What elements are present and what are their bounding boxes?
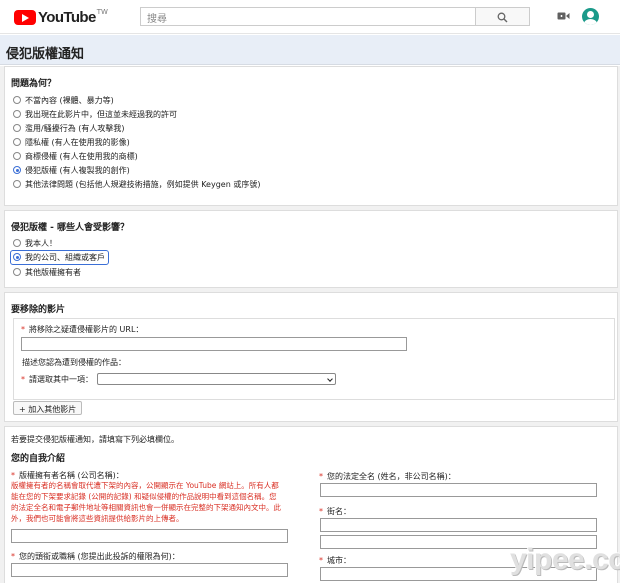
job-title-input[interactable] [11,563,288,577]
search-input[interactable]: 搜尋 [140,7,476,26]
video-title: 要移除的影片 [11,305,66,315]
radio-button[interactable] [13,239,21,247]
youtube-play-icon [14,10,36,25]
watermark: yipee.cc [510,543,620,576]
radio-button-selected[interactable] [13,166,21,174]
radio-button[interactable] [13,96,21,104]
radio-button[interactable] [13,152,21,160]
job-title-label: * 您的頭銜或職稱 (您提出此投訴的權限為何)： [11,552,180,561]
radio-button[interactable] [13,110,21,118]
url-label: * 將移除之疑遭侵權影片的 URL： [21,325,144,334]
issue-title: 問題為何？ [11,79,57,89]
page-header: 侵犯版權通知 [0,35,620,65]
radio-button[interactable] [13,124,21,132]
page-title: 侵犯版權通知 [6,47,85,62]
affected-title: 侵犯版權 - 哪些人會受影響？ [11,223,130,233]
issue-option-copyright[interactable]: 侵犯版權 (有人複製我的創作) [13,164,130,176]
option-label: 不當內容 (裸體、暴力等) [25,95,114,105]
owner-warning-line-3: 的法定全名和電子郵件地址等相關資訊也會一併顯示在完整的下架通知內文中。此 [11,503,281,512]
affected-option-company[interactable]: 我的公司、組織或客戶 [10,249,109,265]
work-type-select[interactable] [97,373,336,385]
issue-option-other-legal[interactable]: 其他法律問題 (包括他人規避技術措施，例如提供 Keygen 或序號) [13,178,260,190]
affected-panel: 侵犯版權 - 哪些人會受影響？ 我本人！ 我的公司、組織或客戶 其他版權擁有者 [4,210,618,288]
radio-button[interactable] [13,180,21,188]
owner-name-label: * 版權擁有者名稱 (公司名稱)： [11,471,124,480]
issue-option-inappropriate[interactable]: 不當內容 (裸體、暴力等) [13,94,114,106]
owner-warning-line-2: 能在您的下架要求記錄 (公開的記錄) 和疑似侵權的作品說明中看到這個名稱。您 [11,492,277,501]
url-input[interactable] [21,337,407,351]
street-label: * 街名： [319,507,351,516]
work-label: 描述您認為遭到侵權的作品： [22,358,126,367]
radio-button[interactable] [13,268,21,276]
issue-option-harassment[interactable]: 濫用/騷擾行為 (有人攻擊我) [13,122,124,134]
issue-option-trademark[interactable]: 商標侵權 (有人在使用我的商標) [13,150,138,162]
issue-panel: 問題為何？ 不當內容 (裸體、暴力等) 我出現在此影片中，但這並未經過我的許可 … [4,66,618,206]
owner-warning-line-4: 外，我們也可能會將這些資訊提供給影片的上傳者。 [11,514,184,523]
select-label: * 請選取其中一項： [21,375,93,384]
add-video-button[interactable]: + 加入其他影片 [13,401,83,415]
radio-button[interactable] [13,138,21,146]
option-label: 其他版權擁有者 [25,267,81,277]
option-label: 隱私權 (有人在使用我的影像) [25,137,130,147]
option-label: 商標侵權 (有人在使用我的商標) [25,151,138,161]
affected-option-me[interactable]: 我本人！ [13,237,57,249]
video-panel: 要移除的影片 * 將移除之疑遭侵權影片的 URL： 描述您認為遭到侵權的作品： *… [4,292,618,422]
option-label: 我的公司、組織或客戶 [25,252,105,262]
required-note: 若要提交侵犯版權通知，請填寫下列必填欄位。 [11,435,179,444]
option-label: 我本人！ [25,238,57,248]
option-label: 侵犯版權 (有人複製我的創作) [25,165,130,175]
owner-name-input[interactable] [11,529,288,543]
owner-warning-line-1: 版權擁有者的名稱會取代遭下架的內容，公開顯示在 YouTube 網站上。所有人都 [11,481,279,490]
search-icon [497,12,508,23]
issue-option-appears-in-video[interactable]: 我出現在此影片中，但這並未經過我的許可 [13,108,177,120]
radio-button-selected[interactable] [13,253,21,261]
affected-option-other-owner[interactable]: 其他版權擁有者 [13,266,81,278]
youtube-logo[interactable]: YouTube TW [14,7,108,26]
street-input-1[interactable] [320,518,597,532]
legal-name-label: * 您的法定全名 (姓名，非公司名稱)： [319,472,456,481]
legal-name-input[interactable] [320,483,597,497]
avatar[interactable] [582,8,599,25]
video-camera-icon[interactable] [557,11,570,21]
search-button[interactable] [476,7,530,26]
option-label: 其他法律問題 (包括他人規避技術措施，例如提供 Keygen 或序號) [25,179,261,189]
intro-title: 您的自我介紹 [11,454,66,464]
option-label: 我出現在此影片中，但這並未經過我的許可 [25,109,177,119]
city-label: * 城市： [319,556,351,565]
option-label: 濫用/騷擾行為 (有人攻擊我) [25,123,125,133]
logo-region: TW [96,7,108,16]
logo-text: YouTube [38,9,96,26]
top-bar: YouTube TW 搜尋 [0,0,620,34]
issue-option-privacy[interactable]: 隱私權 (有人在使用我的影像) [13,136,130,148]
